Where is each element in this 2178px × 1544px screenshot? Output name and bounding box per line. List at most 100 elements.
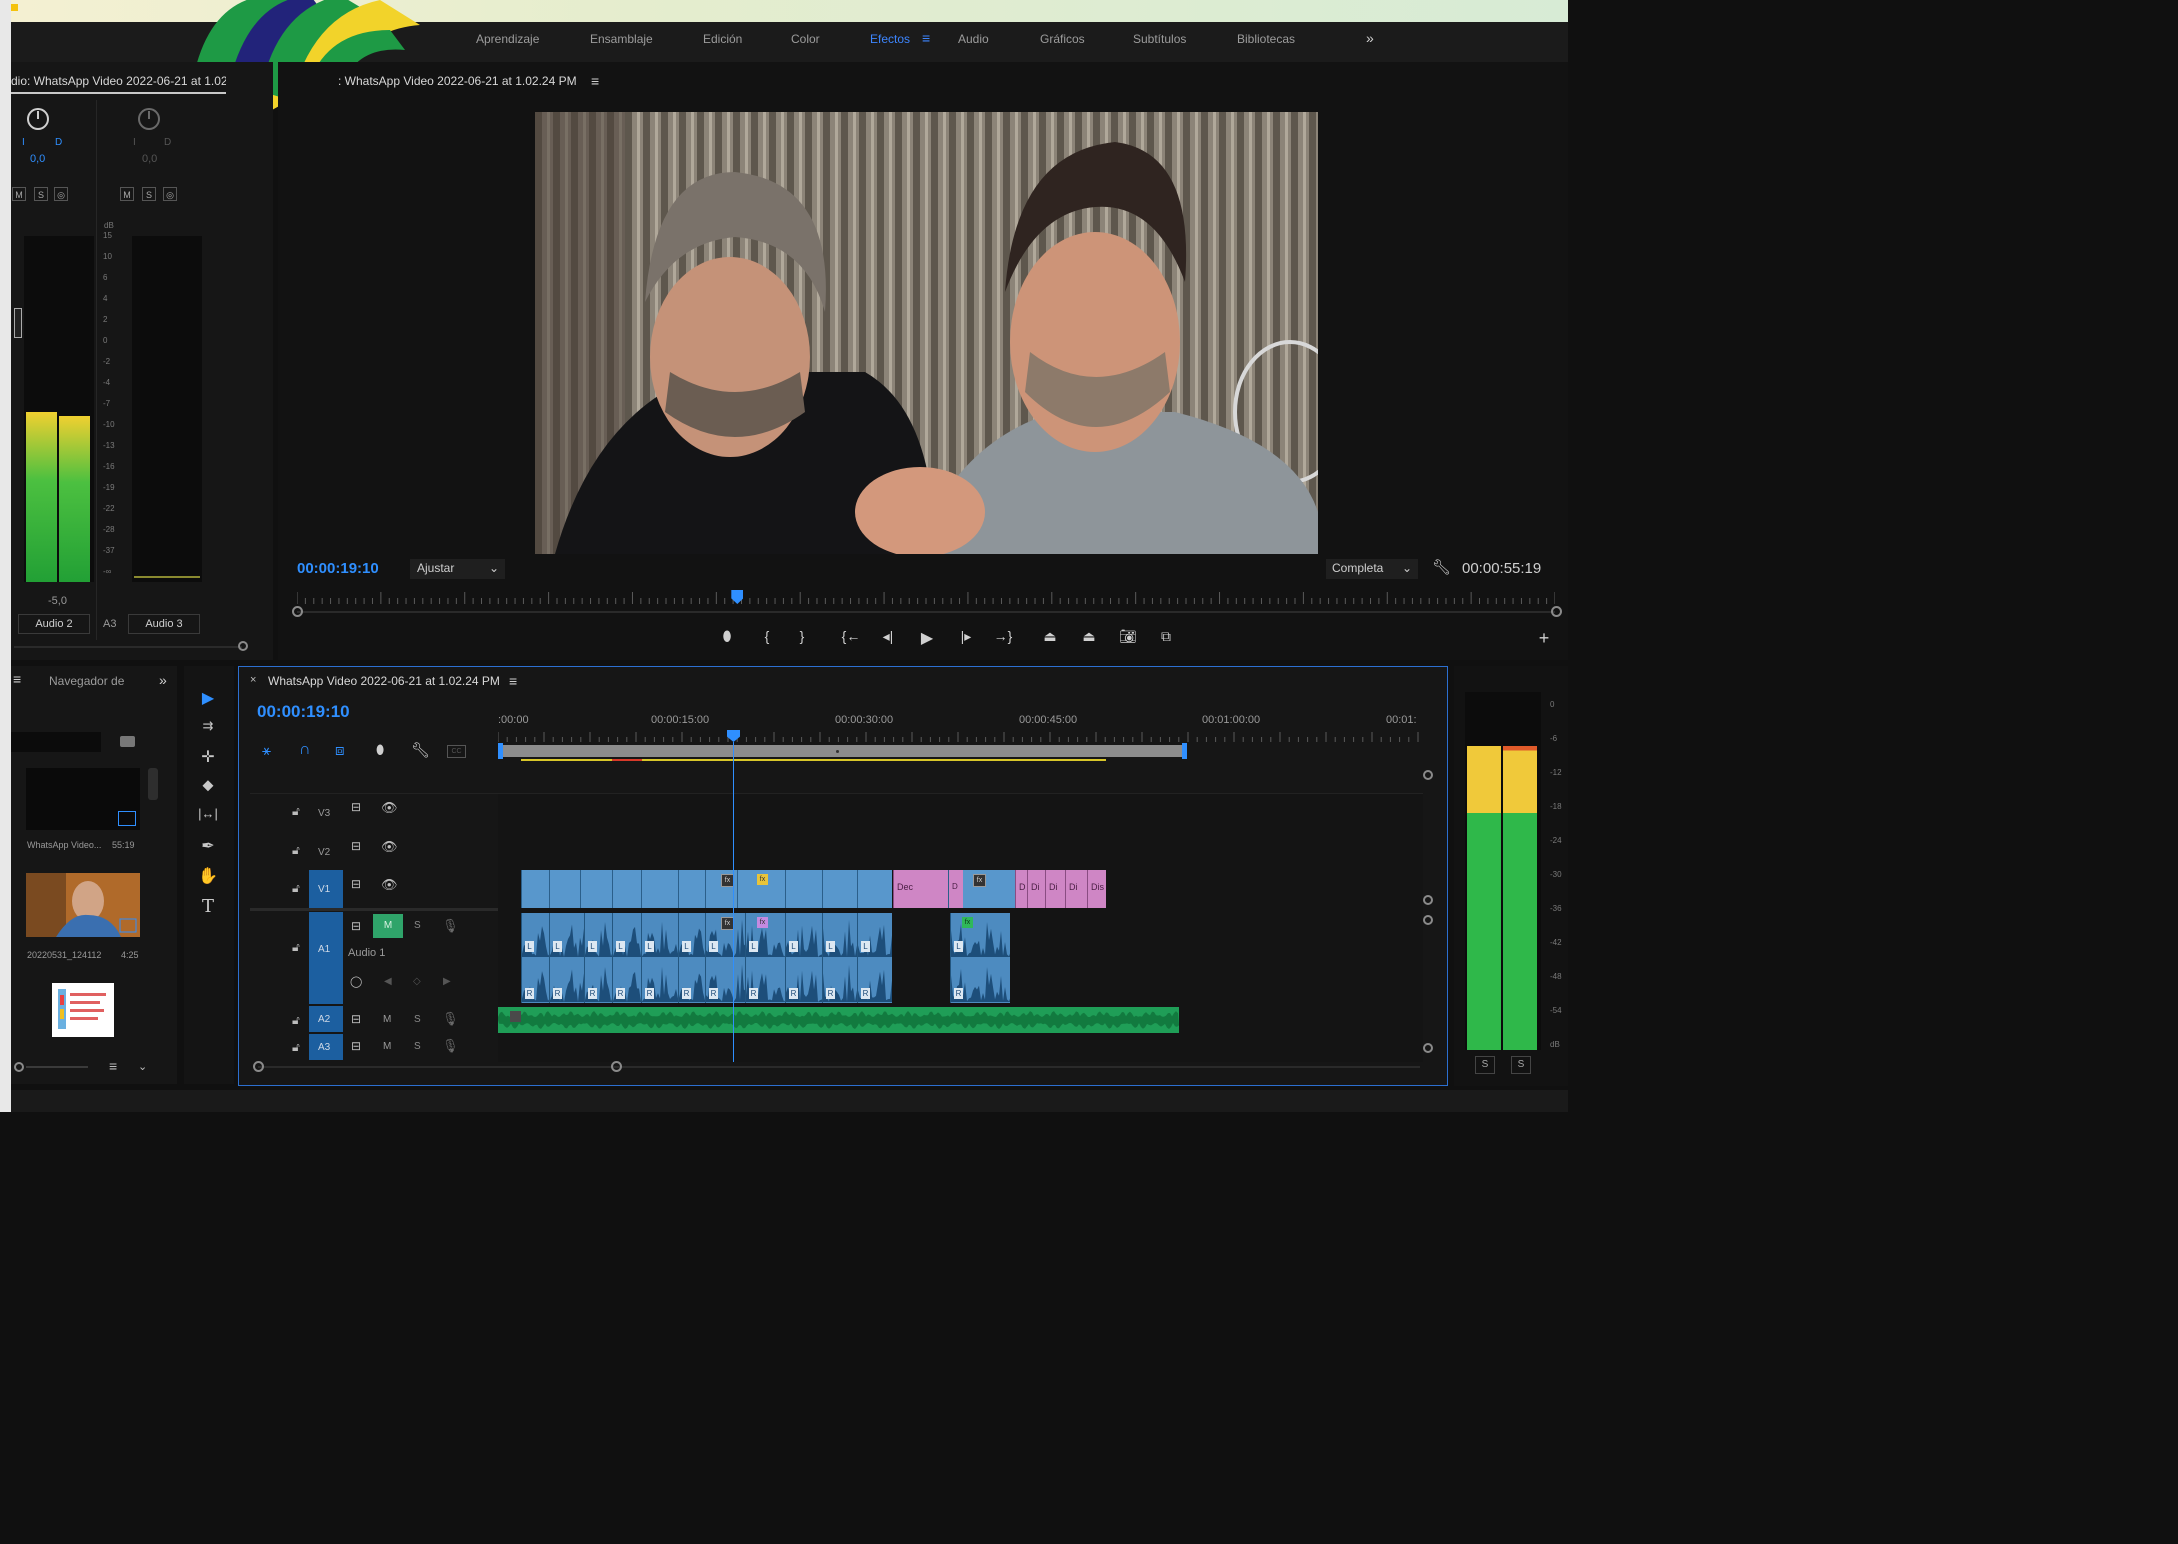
mixer-scroll-handle[interactable] xyxy=(238,641,248,651)
thumbnail-zoom-slider[interactable] xyxy=(14,1062,24,1072)
solo-button-a3[interactable]: S xyxy=(142,187,156,201)
solo-button-a1[interactable]: S xyxy=(414,920,421,931)
audio-clip[interactable]: LR xyxy=(521,913,549,1003)
eye-icon[interactable]: 👁︎ xyxy=(381,800,398,816)
record-button-a3[interactable]: ◎ xyxy=(163,187,177,201)
workspace-tab-bibliotecas[interactable]: Bibliotecas xyxy=(1237,32,1295,46)
settings-wrench-icon[interactable]: 🔧︎ xyxy=(411,741,430,759)
quality-dropdown[interactable]: Completa ⌄ xyxy=(1326,559,1418,579)
workspace-tab-efectos[interactable]: Efectos xyxy=(870,32,910,46)
voiceover-mic-icon[interactable]: 🎙︎ xyxy=(442,918,459,934)
monitor-scroll-start[interactable] xyxy=(292,606,303,617)
audio-scroll-top[interactable] xyxy=(1423,915,1433,925)
track-label-a2[interactable]: A2 xyxy=(318,1014,330,1025)
pan-knob-a3[interactable] xyxy=(138,108,160,130)
sort-icon[interactable]: ≡ xyxy=(109,1058,117,1074)
eye-icon[interactable]: 👁︎ xyxy=(381,877,398,893)
program-monitor-tab[interactable]: : WhatsApp Video 2022-06-21 at 1.02.24 P… xyxy=(338,74,577,88)
solo-right-button[interactable]: S xyxy=(1511,1056,1531,1074)
fader-value-a2[interactable]: -5,0 xyxy=(48,595,67,607)
lift-icon[interactable]: ⏏ xyxy=(1039,628,1061,645)
workspace-menu-icon[interactable]: ≡ xyxy=(922,30,930,46)
toggle-sync-icon[interactable]: ⊟ xyxy=(351,877,361,891)
play-icon[interactable]: ▶ xyxy=(916,628,938,648)
audio-clip[interactable]: LR xyxy=(785,913,822,1003)
pink-clip[interactable]: Di xyxy=(1027,870,1045,908)
video-clip[interactable] xyxy=(549,870,580,908)
nest-icon[interactable]: ⚹ xyxy=(262,742,271,759)
audio-clip[interactable]: LR xyxy=(950,913,1010,1003)
work-area-out-handle[interactable] xyxy=(1182,743,1187,759)
video-scroll-top[interactable] xyxy=(1423,770,1433,780)
track-label-v3[interactable]: V3 xyxy=(318,808,330,819)
pen-tool-icon[interactable]: ✒ xyxy=(197,836,219,856)
voiceover-mic-icon[interactable]: 🎙︎ xyxy=(442,1011,459,1027)
project-scroll-thumb[interactable] xyxy=(148,768,158,800)
timeline-h-scrollbar[interactable] xyxy=(258,1066,1420,1068)
mute-button-a2-track[interactable]: M xyxy=(383,1014,391,1025)
prev-keyframe-icon[interactable]: ◀ xyxy=(384,976,392,987)
audio-clip[interactable]: LR xyxy=(612,913,641,1003)
ripple-edit-tool-icon[interactable]: ✛ xyxy=(197,747,219,767)
video-clip[interactable] xyxy=(857,870,892,908)
add-keyframe-icon[interactable]: ◇ xyxy=(413,976,421,987)
video-clip[interactable] xyxy=(521,870,549,908)
monitor-scrollbar[interactable] xyxy=(297,611,1555,613)
toggle-sync-icon[interactable]: ⊟ xyxy=(351,839,361,853)
track-label-v2[interactable]: V2 xyxy=(318,847,330,858)
toggle-sync-icon[interactable]: ⊟ xyxy=(351,919,361,933)
mute-button-a2[interactable]: M xyxy=(12,187,26,201)
work-area-bar[interactable] xyxy=(498,745,1185,757)
add-marker-icon[interactable]: ⬮ xyxy=(716,628,738,645)
timeline-ruler[interactable]: :00:00 00:00:15:00 00:00:30:00 00:00:45:… xyxy=(498,714,1428,744)
captions-icon[interactable]: CC xyxy=(447,745,466,758)
audio-mixer-tab[interactable]: dio: WhatsApp Video 2022-06-21 at 1.02 xyxy=(11,74,226,88)
workspace-tab-ensamblaje[interactable]: Ensamblaje xyxy=(590,32,653,46)
go-to-in-icon[interactable]: {← xyxy=(840,628,862,644)
zoom-dropdown[interactable]: Ajustar ⌄ xyxy=(410,559,505,579)
toggle-sync-icon[interactable]: ⊟ xyxy=(351,1012,361,1026)
video-clip[interactable] xyxy=(785,870,822,908)
new-bin-icon[interactable] xyxy=(120,736,135,747)
step-forward-icon[interactable]: |▸ xyxy=(955,628,977,645)
lock-icon[interactable]: 🔓︎ xyxy=(292,1013,300,1028)
pan-value-a2[interactable]: 0,0 xyxy=(30,153,45,165)
lock-icon[interactable]: 🔓︎ xyxy=(292,804,300,819)
track-label-a3[interactable]: A3 xyxy=(318,1042,330,1053)
workspace-tab-edicion[interactable]: Edición xyxy=(703,32,742,46)
timeline-menu-icon[interactable]: ≡ xyxy=(509,673,517,689)
comparison-view-icon[interactable]: ⧉ xyxy=(1155,628,1177,645)
voiceover-mic-icon[interactable]: 🎙︎ xyxy=(442,1038,459,1054)
add-button-icon[interactable]: + xyxy=(1533,628,1555,649)
step-back-icon[interactable]: ◂| xyxy=(877,628,899,645)
a2-audio-clip[interactable] xyxy=(498,1007,1179,1033)
mark-out-icon[interactable]: } xyxy=(791,628,813,644)
monitor-scroll-end[interactable] xyxy=(1551,606,1562,617)
razor-tool-icon[interactable]: ⬥ xyxy=(197,777,219,795)
pink-clip[interactable]: Di xyxy=(1065,870,1087,908)
workspace-tab-graficos[interactable]: Gráficos xyxy=(1040,32,1085,46)
snap-icon[interactable]: ∩ xyxy=(299,741,311,759)
audio-clip[interactable]: LR xyxy=(549,913,584,1003)
toggle-sync-icon[interactable]: ⊟ xyxy=(351,1039,361,1053)
video-scroll-bottom[interactable] xyxy=(1423,895,1433,905)
timeline-sequence-tab[interactable]: WhatsApp Video 2022-06-21 at 1.02.24 PM xyxy=(268,674,500,688)
pink-clip[interactable]: Dec xyxy=(893,870,948,908)
program-timecode[interactable]: 00:00:19:10 xyxy=(297,560,379,577)
type-tool-icon[interactable]: T xyxy=(197,896,219,917)
next-keyframe-icon[interactable]: ▶ xyxy=(443,976,451,987)
workspace-tab-subtitulos[interactable]: Subtítulos xyxy=(1133,32,1186,46)
project-overflow-icon[interactable]: » xyxy=(159,672,167,688)
workspace-overflow-icon[interactable]: » xyxy=(1366,30,1374,46)
record-button-a2[interactable]: ◎ xyxy=(54,187,68,201)
timeline-zoom-start[interactable] xyxy=(253,1061,264,1072)
timeline-timecode[interactable]: 00:00:19:10 xyxy=(257,702,350,722)
solo-button-a3-track[interactable]: S xyxy=(414,1041,421,1052)
toggle-sync-icon[interactable]: ⊟ xyxy=(351,800,361,814)
chevron-down-icon[interactable]: ⌄ xyxy=(138,1060,147,1073)
video-clip[interactable] xyxy=(641,870,678,908)
track-select-tool-icon[interactable]: ⇉ xyxy=(197,718,219,734)
selection-tool-icon[interactable]: ▶ xyxy=(197,688,219,708)
audio-clip[interactable]: LR xyxy=(584,913,612,1003)
eye-icon[interactable]: 👁︎ xyxy=(381,839,398,855)
